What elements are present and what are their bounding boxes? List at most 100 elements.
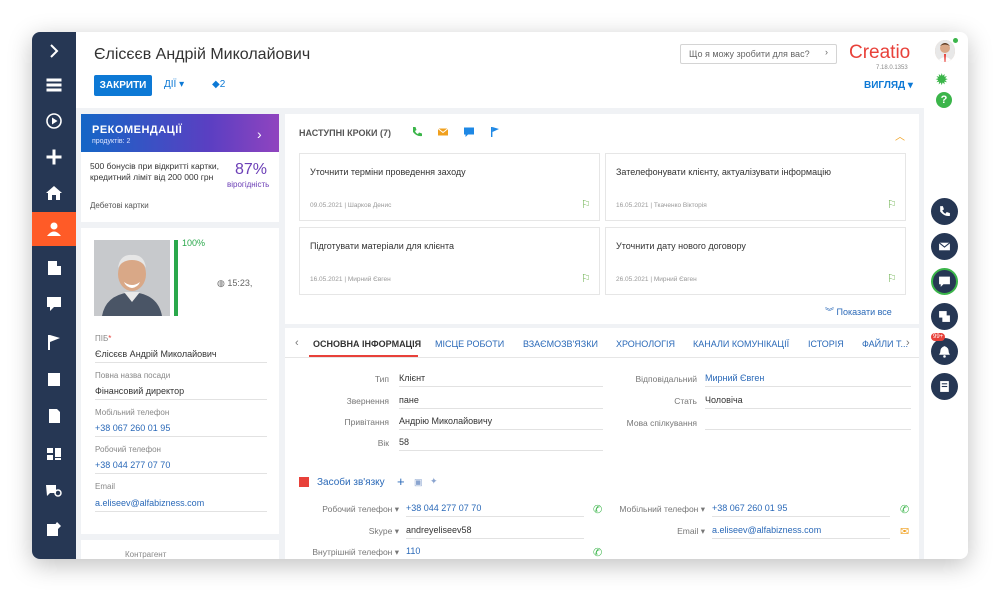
play-icon[interactable] [32, 104, 76, 138]
gear-icon[interactable]: ✹ [935, 70, 948, 90]
email-type-label[interactable]: Email ▾ [607, 526, 705, 537]
expand-icon[interactable] [32, 34, 76, 68]
online-status-icon [953, 38, 958, 43]
pib-value[interactable]: Єлісєєв Андрій Миколайович [95, 349, 267, 363]
active-tab-indicator [309, 355, 418, 357]
language-value[interactable] [705, 417, 911, 430]
skype-field[interactable]: andreyeliseev58 [406, 525, 584, 539]
email-value[interactable]: a.eliseev@alfabizness.com [95, 498, 267, 512]
tab-relationships[interactable]: ВЗАЄМОЗВ'ЯЗКИ [523, 339, 598, 349]
flag-icon[interactable]: ⚐ [887, 198, 897, 211]
contacts-section-title[interactable]: Засоби зв'язку [317, 477, 385, 488]
tab-channels[interactable]: КАНАЛИ КОМУНІКАЦІЇ [693, 339, 789, 349]
mobile-phone-label: Мобільний телефон [95, 408, 170, 417]
home-icon[interactable] [32, 176, 76, 210]
task-owner: Шарков Денис [347, 202, 392, 209]
leads-icon[interactable] [32, 287, 76, 321]
recommendations-header[interactable]: РЕКОМЕНДАЦІЇ продуктів: 2 › [81, 114, 279, 152]
work-phone-field[interactable]: +38 044 277 07 70 [406, 503, 584, 517]
mobile-phone-field[interactable]: +38 067 260 01 95 [712, 503, 890, 517]
show-all-link[interactable]: ︾ Показати все [825, 305, 892, 318]
call-button[interactable] [931, 198, 958, 225]
edit-icon[interactable] [32, 512, 76, 546]
phone-call-icon[interactable]: ✆ [593, 503, 602, 516]
task-date: 16.05.2021 [616, 202, 649, 209]
email-field[interactable]: a.eliseev@alfabizness.com [712, 525, 890, 539]
collapse-icon[interactable]: ︿ [895, 128, 905, 143]
tags-count: 2 [219, 79, 226, 90]
help-icon[interactable]: ? [936, 92, 952, 108]
plus-icon[interactable] [32, 140, 76, 174]
collapse-section-icon[interactable] [299, 477, 309, 487]
feed-button[interactable] [931, 303, 958, 330]
search-input[interactable]: Що я можу зробити для вас? › [680, 44, 837, 64]
notifications-badge: 99+ [931, 333, 946, 341]
document-icon [940, 381, 949, 392]
page-header: Єлісєєв Андрій Миколайович ЗАКРИТИ ДІЇ ▾… [76, 32, 924, 108]
type-value[interactable]: Клієнт [399, 373, 603, 387]
flag-icon[interactable]: ⚐ [581, 198, 591, 211]
tags-button[interactable]: ◆2 [212, 79, 225, 90]
email-button[interactable] [931, 233, 958, 260]
internal-phone-type-label[interactable]: Внутрішній телефон ▾ [299, 547, 399, 558]
address-value[interactable]: пане [399, 395, 603, 409]
phone-call-icon[interactable]: ✆ [900, 503, 909, 516]
task-card[interactable]: Підготувати матеріали для клієнта 16.05.… [299, 227, 600, 295]
menu-icon[interactable] [32, 68, 76, 102]
tab-history[interactable]: ІСТОРІЯ [808, 339, 844, 349]
tab-main-info[interactable]: ОСНОВНА ІНФОРМАЦІЯ [313, 339, 421, 349]
contact-photo[interactable] [94, 240, 170, 316]
accounts-icon[interactable] [32, 251, 76, 285]
chevron-right-icon[interactable]: › [906, 337, 910, 349]
task-card[interactable]: Уточнити терміни проведення заходу 09.05… [299, 153, 600, 221]
phone-icon[interactable] [411, 126, 423, 138]
tab-job[interactable]: МІСЦЕ РОБОТИ [435, 339, 504, 349]
flag-icon[interactable]: ⚐ [887, 272, 897, 285]
user-avatar[interactable] [935, 40, 955, 62]
skype-type-label[interactable]: Skype ▾ [299, 526, 399, 537]
flag-icon[interactable] [32, 325, 76, 359]
twitter-icon[interactable]: ✦ [430, 476, 438, 487]
actions-button[interactable]: ДІЇ ▾ [164, 79, 184, 90]
send-email-icon[interactable]: ✉ [900, 525, 909, 538]
processes-button[interactable] [931, 373, 958, 400]
greeting-value[interactable]: Андрію Миколайовичу [399, 416, 603, 430]
email-icon[interactable] [437, 126, 449, 138]
tab-files[interactable]: ФАЙЛИ Т... [862, 339, 908, 349]
chevron-right-icon[interactable]: › [257, 126, 262, 142]
message-icon[interactable] [463, 126, 475, 138]
communication-panel: ✹ ? 99+ [924, 32, 968, 559]
gender-value[interactable]: Чоловіча [705, 395, 911, 409]
contacts-icon[interactable] [32, 212, 76, 246]
flag-icon[interactable]: ⚐ [581, 272, 591, 285]
flag-icon[interactable] [489, 126, 501, 138]
tab-timeline[interactable]: ХРОНОЛОГІЯ [616, 339, 675, 349]
work-phone-value[interactable]: +38 044 277 07 70 [95, 460, 267, 474]
show-all-label: Показати все [836, 307, 892, 317]
work-phone-type-label[interactable]: Робочий телефон ▾ [299, 504, 399, 515]
dashboard-icon[interactable] [32, 437, 76, 471]
task-title: Уточнити дату нового договору [616, 241, 746, 251]
task-date: 26.05.2021 [616, 276, 649, 283]
task-card[interactable]: Зателефонувати клієнту, актуалізувати ін… [605, 153, 906, 221]
phone-call-icon[interactable]: ✆ [593, 546, 602, 559]
tasks-icon[interactable] [32, 362, 76, 396]
owner-value[interactable]: Мирний Євген [705, 373, 911, 387]
mobile-phone-type-label[interactable]: Мобільний телефон ▾ [607, 504, 705, 515]
language-label: Мова спілкування [626, 418, 697, 428]
internal-phone-field[interactable]: 110 [406, 546, 584, 559]
chat-search-icon[interactable] [32, 474, 76, 508]
view-button[interactable]: ВИГЛЯД ▾ [864, 80, 913, 91]
add-icon[interactable]: + [397, 474, 405, 489]
close-button[interactable]: ЗАКРИТИ [94, 75, 152, 96]
notifications-button[interactable]: 99+ [931, 333, 958, 365]
local-time: ◍ 15:23, [217, 278, 252, 289]
facebook-icon[interactable]: ▣ [414, 477, 423, 488]
chat-button[interactable] [931, 268, 958, 295]
job-title-value[interactable]: Фінансовий директор [95, 386, 267, 400]
age-value[interactable]: 58 [399, 437, 603, 451]
mobile-phone-value[interactable]: +38 067 260 01 95 [95, 423, 267, 437]
documents-icon[interactable] [32, 399, 76, 433]
task-card[interactable]: Уточнити дату нового договору 26.05.2021… [605, 227, 906, 295]
chevron-left-icon[interactable]: ‹ [295, 337, 299, 349]
